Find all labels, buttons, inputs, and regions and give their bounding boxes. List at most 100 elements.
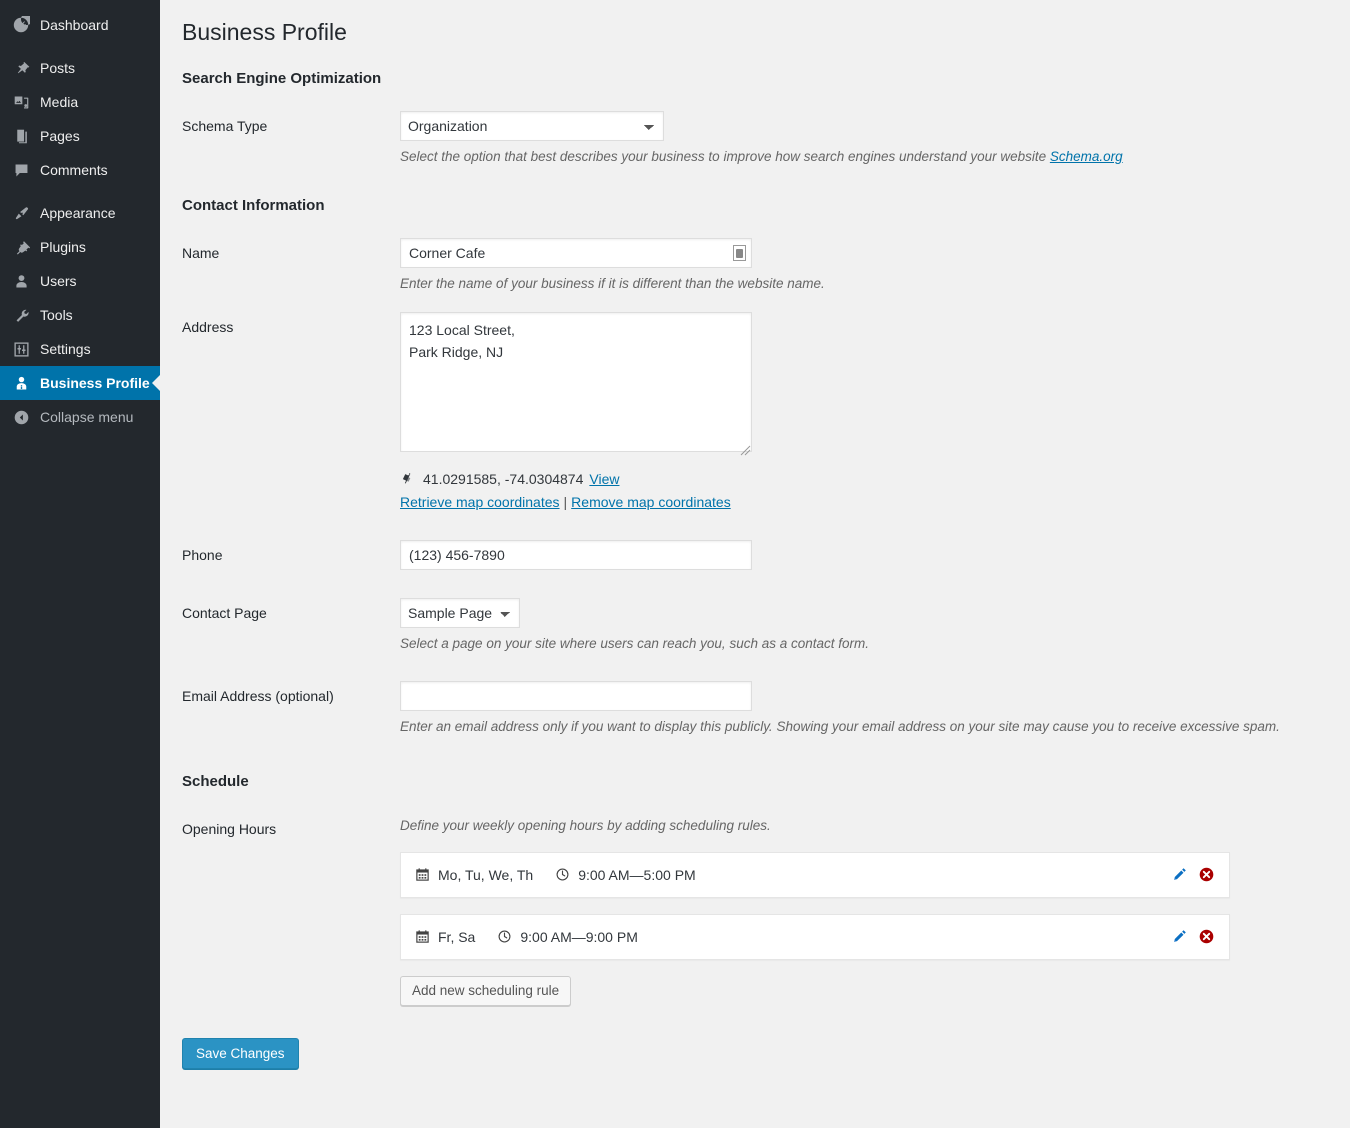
sidebar-item-appearance[interactable]: Appearance [0,196,160,230]
comments-icon [11,160,31,180]
link-separator: | [563,494,568,511]
name-input[interactable] [400,238,752,269]
collapse-arrow-icon [11,409,31,426]
sidebar-item-tools[interactable]: Tools [0,298,160,332]
field-row-name: Name Enter the name of your business if … [182,238,1330,294]
remove-map-coordinates-link[interactable]: Remove map coordinates [571,494,731,510]
contact-page-description: Select a page on your site where users c… [400,636,869,652]
schema-type-label: Schema Type [182,117,268,134]
name-input-wrapper [400,238,752,269]
admin-page: Dashboard Posts Media Pages Comments App… [0,0,1350,1128]
business-profile-icon [11,373,31,393]
sidebar-item-dashboard[interactable]: Dashboard [0,8,160,42]
sidebar-item-label: Appearance [40,205,116,221]
rule-actions [1171,866,1215,883]
field-row-address: Address 123 Local Street, Park Ridge, NJ… [182,312,1330,510]
sidebar-item-label: Plugins [40,239,86,255]
sidebar-item-settings[interactable]: Settings [0,332,160,366]
map-coordinate-actions: Retrieve map coordinates | Remove map coor… [400,494,1330,510]
address-input-wrapper: 123 Local Street, Park Ridge, NJ [400,312,752,457]
sidebar-item-label: Tools [40,307,73,323]
delete-circle-icon[interactable] [1198,866,1215,883]
field-row-phone: Phone [182,540,1330,571]
sidebar-item-label: Comments [40,162,108,178]
contact-page-select[interactable]: Sample Page [400,598,520,629]
pages-icon [11,126,31,146]
clock-icon [497,929,512,944]
sidebar-item-label: Business Profile [40,375,150,391]
field-row-email: Email Address (optional) Enter an email … [182,680,1330,737]
pencil-edit-icon[interactable] [1171,866,1188,883]
user-icon [11,271,31,291]
calendar-icon [415,867,430,882]
calendar-icon [415,929,430,944]
sidebar-item-label: Settings [40,341,91,357]
media-icon [11,92,31,112]
pin-icon [11,58,31,78]
location-marker-icon [400,471,416,487]
sidebar-item-label: Posts [40,60,76,76]
phone-label: Phone [182,547,223,564]
rule-hours-label: 9:00 AM—5:00 PM [578,866,696,883]
sidebar-item-media[interactable]: Media [0,85,160,119]
sidebar-item-comments[interactable]: Comments [0,153,160,187]
sidebar-item-business-profile[interactable]: Business Profile [0,366,160,400]
save-changes-button[interactable]: Save Changes [182,1037,299,1069]
name-description: Enter the name of your business if it is… [400,276,825,292]
add-scheduling-rule-button[interactable]: Add new scheduling rule [400,975,572,1006]
sidebar-item-pages[interactable]: Pages [0,119,160,153]
sidebar-item-plugins[interactable]: Plugins [0,230,160,264]
admin-sidebar: Dashboard Posts Media Pages Comments App… [0,0,160,1128]
sidebar-separator [0,42,160,51]
schema-type-select[interactable]: Organization [400,110,664,141]
field-row-opening-hours: Opening Hours Define your weekly opening… [182,814,1330,1006]
map-coordinates-line: 41.0291585, -74.0304874 View [400,471,1330,487]
scheduling-rule-row[interactable]: Fr, Sa 9:00 AM—9:00 PM [400,913,1230,960]
schema-type-description: Select the option that best describes yo… [400,147,1330,167]
rule-hours: 9:00 AM—5:00 PM [555,867,696,883]
wrench-icon [11,305,31,325]
view-map-link[interactable]: View [589,471,619,487]
sliders-icon [11,339,31,359]
collapse-menu-label: Collapse menu [40,409,134,425]
collapse-menu-button[interactable]: Collapse menu [0,400,160,434]
scheduling-rule-list: Mo, Tu, We, Th 9:00 AM—5:00 PM Fr, Sa 9:… [400,851,1330,1006]
clock-icon [555,867,570,882]
sidebar-separator [0,187,160,196]
email-field[interactable] [400,680,752,711]
rule-actions [1171,928,1215,945]
field-row-contact-page: Contact Page Sample Page Select a page o… [182,598,1330,654]
contact-card-icon[interactable] [733,245,746,262]
pencil-edit-icon[interactable] [1171,928,1188,945]
opening-hours-label: Opening Hours [182,820,277,837]
paintbrush-icon [11,203,31,223]
sidebar-item-users[interactable]: Users [0,264,160,298]
rule-hours: 9:00 AM—9:00 PM [497,929,638,945]
retrieve-map-coordinates-link[interactable]: Retrieve map coordinates [400,494,560,510]
opening-hours-description: Define your weekly opening hours by addi… [400,817,771,833]
sidebar-item-label: Dashboard [40,17,109,33]
contact-section-heading: Contact Information [182,197,325,215]
field-row-schema-type: Schema Type Organization Select the opti… [182,110,1330,167]
rule-days: Fr, Sa [415,929,475,945]
main-content: Business Profile Search Engine Optimizat… [160,0,1350,1128]
schema-org-link[interactable]: Schema.org [1050,149,1123,164]
address-textarea[interactable]: 123 Local Street, Park Ridge, NJ [400,312,752,453]
schedule-section-heading: Schedule [182,772,249,790]
dashboard-icon [11,15,31,35]
map-coordinates-value: 41.0291585, -74.0304874 [423,471,584,488]
sidebar-item-label: Media [40,94,79,110]
address-label: Address [182,319,234,336]
sidebar-item-posts[interactable]: Posts [0,51,160,85]
sidebar-item-label: Users [40,273,77,289]
page-title: Business Profile [182,19,347,45]
schema-type-description-text: Select the option that best describes yo… [400,148,1050,164]
submit-area: Save Changes [182,1037,1330,1089]
scheduling-rule-row[interactable]: Mo, Tu, We, Th 9:00 AM—5:00 PM [400,851,1230,898]
rule-days-label: Fr, Sa [438,928,476,945]
phone-input[interactable] [400,540,752,571]
sidebar-item-label: Pages [40,128,80,144]
seo-section-heading: Search Engine Optimization [182,69,382,87]
rule-hours-label: 9:00 AM—9:00 PM [520,928,638,945]
delete-circle-icon[interactable] [1198,928,1215,945]
